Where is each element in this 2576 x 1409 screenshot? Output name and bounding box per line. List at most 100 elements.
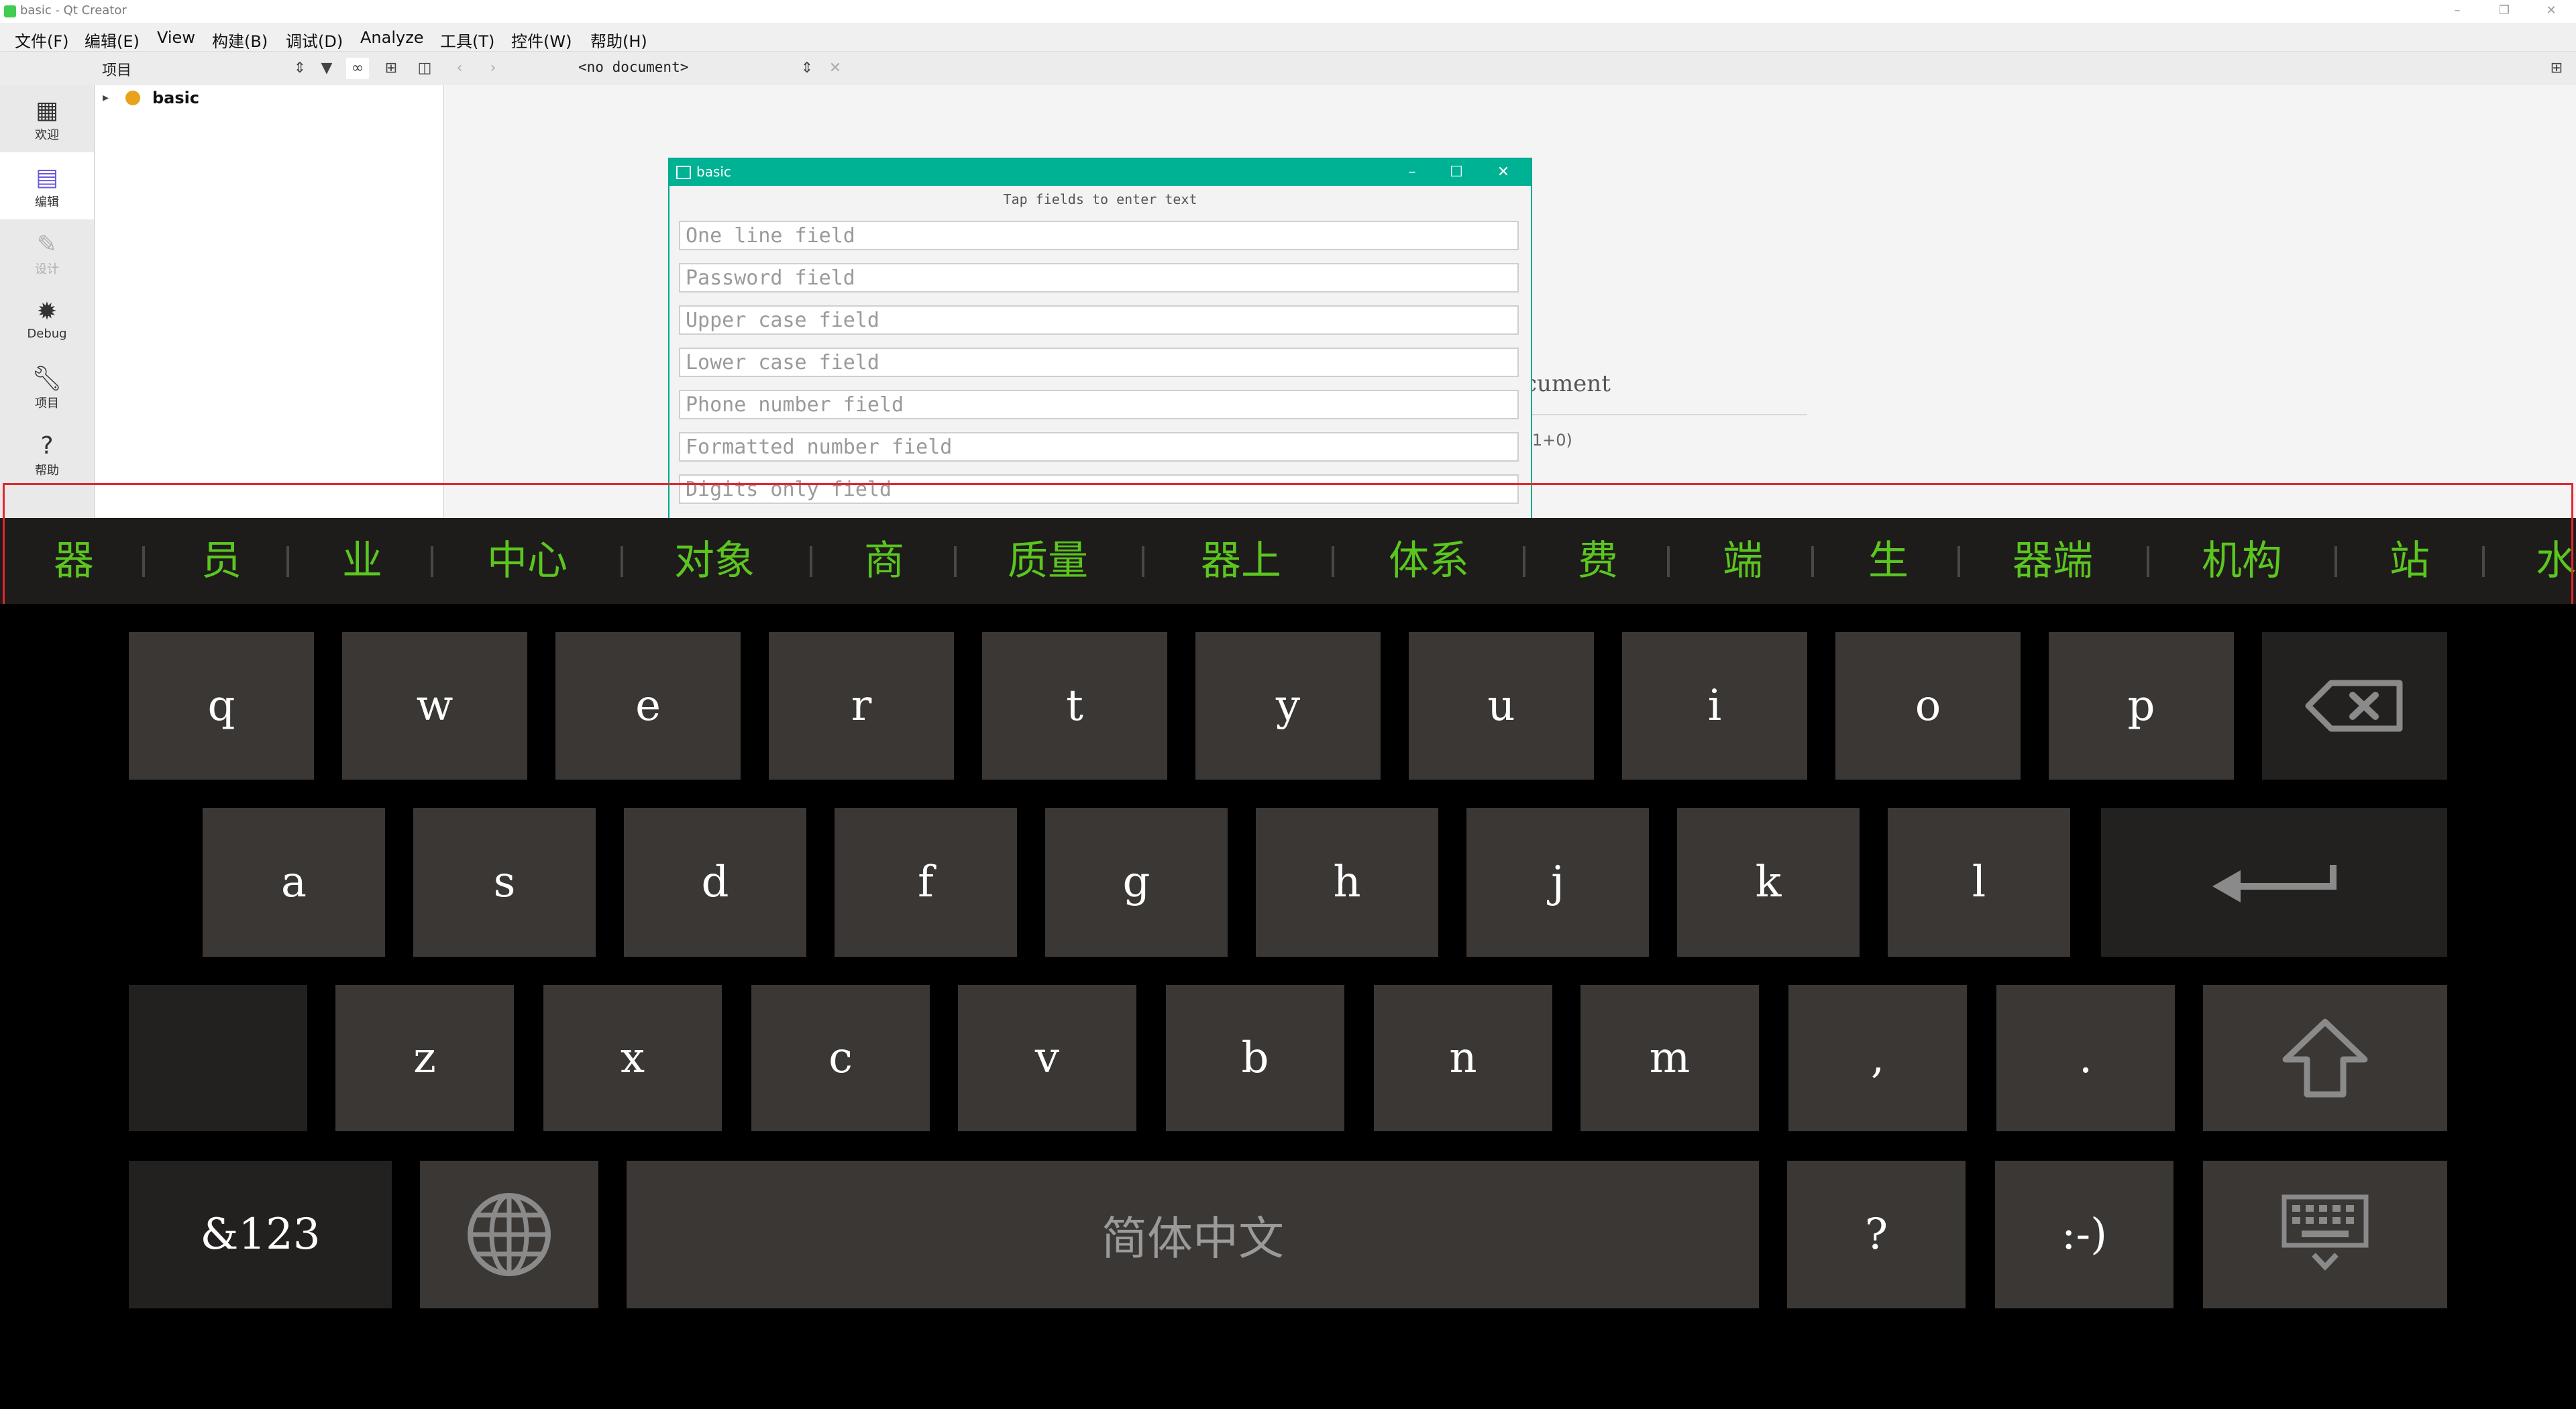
app-close-button[interactable]: ✕ bbox=[1481, 159, 1525, 186]
tree-item-basic[interactable]: basic bbox=[152, 89, 199, 107]
smiley-key[interactable]: :-) bbox=[1995, 1161, 2174, 1308]
key-f[interactable]: f bbox=[835, 808, 1017, 957]
project-tree: ▸ basic bbox=[95, 85, 444, 518]
mode-design[interactable]: ✎ 设计 bbox=[0, 219, 94, 286]
doc-combo-arrows-icon[interactable]: ⇕ bbox=[796, 58, 818, 79]
key-b[interactable]: b bbox=[1166, 985, 1344, 1131]
key-o[interactable]: o bbox=[1835, 632, 2021, 780]
expand-arrow-icon[interactable]: ▸ bbox=[103, 91, 109, 105]
close-document-icon[interactable]: ✕ bbox=[824, 58, 847, 79]
grid-icon: ▦ bbox=[35, 97, 58, 124]
key-comma[interactable]: , bbox=[1788, 985, 1967, 1131]
key-w[interactable]: w bbox=[342, 632, 527, 780]
shift-placeholder-key[interactable] bbox=[129, 985, 307, 1131]
filter-icon[interactable]: ▼ bbox=[315, 58, 338, 79]
app-maximize-button[interactable]: ☐ bbox=[1434, 159, 1479, 186]
document-combo[interactable]: <no document> bbox=[578, 59, 688, 75]
restore-button[interactable]: ❐ bbox=[2489, 0, 2520, 23]
enter-key[interactable] bbox=[2101, 808, 2447, 957]
key-x[interactable]: x bbox=[543, 985, 722, 1131]
mode-welcome[interactable]: ▦ 欢迎 bbox=[0, 85, 94, 152]
split-icon[interactable]: ⊞ bbox=[380, 58, 402, 79]
tap-fields-label: Tap fields to enter text bbox=[1003, 191, 1197, 207]
mode-label: Debug bbox=[27, 327, 67, 341]
key-r[interactable]: r bbox=[769, 632, 954, 780]
menu-edit[interactable]: 编辑(E) bbox=[85, 28, 140, 52]
password-input[interactable] bbox=[680, 264, 1517, 291]
edit-icon: ▤ bbox=[35, 164, 58, 191]
key-v[interactable]: v bbox=[958, 985, 1136, 1131]
minimize-button[interactable]: – bbox=[2442, 0, 2473, 23]
key-period[interactable]: . bbox=[1996, 985, 2175, 1131]
key-e[interactable]: e bbox=[555, 632, 741, 780]
mode-projects[interactable]: 🔧︎ 项目 bbox=[0, 354, 94, 421]
key-j[interactable]: j bbox=[1466, 808, 1649, 957]
password-field[interactable] bbox=[679, 263, 1519, 293]
project-icon bbox=[125, 91, 140, 105]
mode-edit[interactable]: ▤ 编辑 bbox=[0, 152, 94, 219]
formatted-number-field[interactable] bbox=[679, 432, 1519, 462]
key-i[interactable]: i bbox=[1622, 632, 1807, 780]
menu-view[interactable]: View bbox=[157, 28, 195, 47]
space-key[interactable]: 简体中文 bbox=[627, 1161, 1759, 1308]
backspace-icon bbox=[2305, 680, 2403, 732]
phone-number-input[interactable] bbox=[680, 391, 1517, 418]
qt-creator-window: basic - Qt Creator – ❐ ✕ 文件(F) 编辑(E) Vie… bbox=[0, 0, 2576, 518]
upper-case-field[interactable] bbox=[679, 305, 1519, 335]
symbols-key[interactable]: &123 bbox=[129, 1161, 392, 1308]
key-l[interactable]: l bbox=[1888, 808, 2070, 957]
key-d[interactable]: d bbox=[624, 808, 806, 957]
menu-debug[interactable]: 调试(D) bbox=[286, 28, 343, 52]
formatted-number-input[interactable] bbox=[680, 433, 1517, 460]
lower-case-field[interactable] bbox=[679, 348, 1519, 377]
mode-debug[interactable]: ✹ Debug bbox=[0, 286, 94, 354]
key-m[interactable]: m bbox=[1580, 985, 1759, 1131]
no-document-label: cument bbox=[1524, 370, 1611, 397]
basic-app-window: basic – ☐ ✕ Tap fields to enter text bbox=[668, 158, 1532, 518]
key-c[interactable]: c bbox=[751, 985, 930, 1131]
key-k[interactable]: k bbox=[1677, 808, 1860, 957]
key-q[interactable]: q bbox=[129, 632, 314, 780]
virtual-keyboard: q w e r t y u i o p a s d f g h j k l z … bbox=[0, 604, 2576, 1409]
mode-help[interactable]: ? 帮助 bbox=[0, 421, 94, 488]
forward-icon[interactable]: › bbox=[482, 58, 504, 79]
app-minimize-button[interactable]: – bbox=[1390, 159, 1434, 186]
menu-controls[interactable]: 控件(W) bbox=[511, 28, 572, 52]
one-line-field[interactable] bbox=[679, 221, 1519, 250]
close-button[interactable]: ✕ bbox=[2536, 0, 2567, 23]
key-t[interactable]: t bbox=[982, 632, 1167, 780]
enter-icon bbox=[2212, 865, 2337, 902]
menu-analyze[interactable]: Analyze bbox=[360, 28, 424, 47]
question-key[interactable]: ? bbox=[1787, 1161, 1966, 1308]
menu-file[interactable]: 文件(F) bbox=[15, 28, 69, 52]
key-p[interactable]: p bbox=[2049, 632, 2234, 780]
combo-arrows-icon[interactable]: ⇕ bbox=[288, 58, 311, 79]
pencil-icon: ✎ bbox=[36, 231, 58, 258]
one-line-input[interactable] bbox=[680, 222, 1517, 249]
key-y[interactable]: y bbox=[1195, 632, 1381, 780]
lower-case-input[interactable] bbox=[680, 349, 1517, 376]
shift-key[interactable] bbox=[2203, 985, 2447, 1131]
menu-help[interactable]: 帮助(H) bbox=[590, 28, 647, 52]
language-key[interactable] bbox=[420, 1161, 598, 1308]
menu-tools[interactable]: 工具(T) bbox=[440, 28, 494, 52]
qt-logo-icon bbox=[4, 5, 16, 17]
key-u[interactable]: u bbox=[1409, 632, 1594, 780]
upper-case-input[interactable] bbox=[680, 307, 1517, 333]
key-g[interactable]: g bbox=[1045, 808, 1228, 957]
key-z[interactable]: z bbox=[335, 985, 514, 1131]
app-title-bar: basic – ☐ ✕ bbox=[669, 159, 1531, 186]
phone-number-field[interactable] bbox=[679, 390, 1519, 419]
key-n[interactable]: n bbox=[1374, 985, 1552, 1131]
key-s[interactable]: s bbox=[413, 808, 596, 957]
close-sidebar-icon[interactable]: ◫ bbox=[413, 58, 436, 79]
link-icon[interactable]: ∞ bbox=[346, 58, 369, 79]
back-icon[interactable]: ‹ bbox=[448, 58, 471, 79]
menu-build[interactable]: 构建(B) bbox=[212, 28, 268, 52]
key-h[interactable]: h bbox=[1256, 808, 1438, 957]
split-editor-icon[interactable]: ⊞ bbox=[2545, 58, 2568, 79]
project-combo[interactable]: 项目 bbox=[102, 58, 131, 80]
backspace-key[interactable] bbox=[2262, 632, 2447, 780]
hide-keyboard-key[interactable] bbox=[2203, 1161, 2447, 1308]
key-a[interactable]: a bbox=[203, 808, 385, 957]
